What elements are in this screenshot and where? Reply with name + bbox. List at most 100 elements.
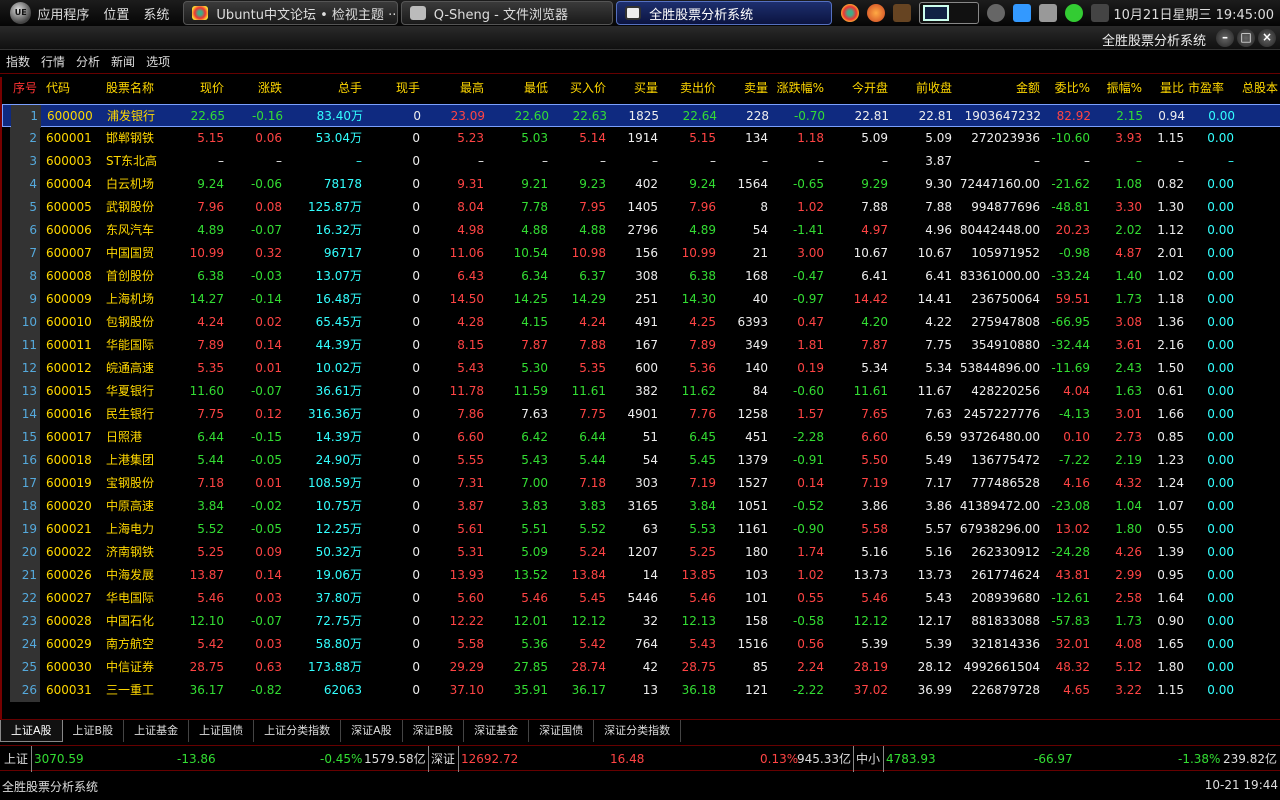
column-header[interactable]: 今开盘: [828, 77, 888, 100]
table-row[interactable]: 20 600022 济南钢铁 5.25 0.09 50.32万 0 5.31 5.09 5.24 1…: [2, 541, 1280, 564]
close-icon[interactable]: ×: [1258, 29, 1276, 47]
menu-index[interactable]: 指数: [6, 53, 30, 70]
table-row[interactable]: 22 600027 华电国际 5.46 0.03 37.80万 0 5.60 5.46 5.45 5…: [2, 587, 1280, 610]
table-cell: 600006: [46, 223, 92, 237]
column-header[interactable]: 卖量: [716, 77, 768, 100]
table-row[interactable]: 15 600017 日照港 6.44 -0.15 14.39万 0 6.60 6.42 6.44 5…: [2, 426, 1280, 449]
column-header[interactable]: 涨跌幅%: [770, 77, 824, 100]
column-header[interactable]: 总手: [286, 77, 362, 100]
mail-icon[interactable]: [1091, 4, 1110, 22]
menu-analysis[interactable]: 分析: [76, 53, 100, 70]
wifi-icon[interactable]: [1065, 4, 1084, 22]
column-header[interactable]: 代码: [46, 77, 98, 100]
column-header[interactable]: 现手: [366, 77, 420, 100]
tab-sh-fund[interactable]: 上证基金: [124, 720, 190, 742]
tab-sh-bond[interactable]: 上证国债: [189, 720, 255, 742]
column-header[interactable]: 涨跌: [228, 77, 282, 100]
tab-sz-fund[interactable]: 深证基金: [464, 720, 530, 742]
column-header[interactable]: 股票名称: [106, 77, 168, 100]
tab-sh-a[interactable]: 上证A股: [0, 720, 63, 742]
tab-sz-sector-index[interactable]: 深证分类指数: [594, 720, 682, 742]
table-row[interactable]: 6 600006 东风汽车 4.89 -0.07 16.32万 0 4.98 4.88 4.88 2…: [2, 219, 1280, 242]
table-cell: 0: [412, 177, 420, 191]
tab-sz-b[interactable]: 深证B股: [403, 720, 465, 742]
table-row[interactable]: 13 600015 华夏银行 11.60 -0.07 36.61万 0 11.78 11.59 1…: [2, 380, 1280, 403]
column-header[interactable]: 卖出价: [662, 77, 716, 100]
column-header[interactable]: 序号: [10, 77, 40, 100]
maximize-icon[interactable]: □: [1237, 29, 1255, 47]
tab-sz-bond[interactable]: 深证国债: [529, 720, 595, 742]
table-cell: -0.07: [250, 384, 282, 398]
table-row[interactable]: 21 600026 中海发展 13.87 0.14 19.06万 0 13.93 13.52 13…: [2, 564, 1280, 587]
table-row[interactable]: 19 600021 上海电力 5.52 -0.05 12.25万 0 5.61 5.51 5.52…: [2, 518, 1280, 541]
table-cell: 5.52: [197, 522, 224, 536]
column-header[interactable]: 买量: [608, 77, 658, 100]
table-row[interactable]: 9 600009 上海机场 14.27 -0.14 16.48万 0 14.50 14.25 14…: [2, 288, 1280, 311]
column-header[interactable]: 前收盘: [892, 77, 952, 100]
tab-sh-sector-index[interactable]: 上证分类指数: [254, 720, 342, 742]
table-row[interactable]: 24 600029 南方航空 5.42 0.03 58.80万 0 5.58 5.36 5.42 7…: [2, 633, 1280, 656]
minimize-icon[interactable]: –: [1216, 29, 1234, 47]
column-header[interactable]: 买入价: [552, 77, 606, 100]
table-cell: 51: [642, 430, 658, 444]
table-cell: 11.61: [853, 384, 888, 398]
table-row[interactable]: 16 600018 上港集团 5.44 -0.05 24.90万 0 5.55 5.43 5.44…: [2, 449, 1280, 472]
taskbar-item-forum[interactable]: Ubuntu中文论坛 • 检视主题 ···: [183, 1, 398, 25]
column-header[interactable]: 振幅%: [1094, 77, 1142, 100]
table-row[interactable]: 12 600012 皖通高速 5.35 0.01 10.02万 0 5.43 5.30 5.35 6…: [2, 357, 1280, 380]
table-cell: 0.00: [1207, 430, 1234, 444]
volume-icon[interactable]: [987, 4, 1006, 22]
table-row[interactable]: 4 600004 白云机场 9.24 -0.06 78178 0 9.31 9.21 9.23 40…: [2, 173, 1280, 196]
table-row[interactable]: 2 600001 邯郸钢铁 5.15 0.06 53.04万 0 5.23 5.03 5.14 19…: [2, 127, 1280, 150]
column-header[interactable]: 现价: [172, 77, 224, 100]
note-icon[interactable]: [1013, 4, 1032, 22]
app-launcher-icon[interactable]: [893, 4, 912, 22]
table-row[interactable]: 5 600005 武钢股份 7.96 0.08 125.87万 0 8.04 7.78 7.95 1…: [2, 196, 1280, 219]
menu-applications[interactable]: 应用程序: [37, 4, 89, 23]
ubuntu-logo-icon[interactable]: UE: [10, 2, 32, 24]
table-row[interactable]: 1 600000 浦发银行 22.65 -0.16 83.40万 0 23.09 22.60 22…: [2, 104, 1280, 128]
table-cell: 93726480.00: [959, 430, 1040, 444]
menu-quotes[interactable]: 行情: [41, 53, 65, 70]
table-row[interactable]: 14 600016 民生银行 7.75 0.12 316.36万 0 7.86 7.63 7.75…: [2, 403, 1280, 426]
table-row[interactable]: 25 600030 中信证券 28.75 0.63 173.88万 0 29.29 27.85 2…: [2, 656, 1280, 679]
menu-places[interactable]: 位置: [103, 4, 129, 23]
table-cell: 308: [635, 269, 658, 283]
network-icon[interactable]: [1039, 4, 1058, 22]
panel-clock[interactable]: 10月21日星期三 19:45:00: [1113, 4, 1274, 23]
firefox-launcher-icon[interactable]: [867, 4, 886, 22]
column-header[interactable]: 量比: [1146, 77, 1184, 100]
table-row[interactable]: 10 600010 包钢股份 4.24 0.02 65.45万 0 4.28 4.15 4.24 4…: [2, 311, 1280, 334]
chrome-launcher-icon[interactable]: [841, 4, 860, 22]
column-header[interactable]: 委比%: [1044, 77, 1090, 100]
column-header[interactable]: 总股本: [1242, 77, 1280, 100]
workspace-switcher[interactable]: [919, 2, 980, 24]
table-cell: 7.18: [197, 476, 224, 490]
table-cell: 262330912: [971, 545, 1040, 559]
column-header[interactable]: 最低: [488, 77, 548, 100]
table-row[interactable]: 11 600011 华能国际 7.89 0.14 44.39万 0 8.15 7.87 7.88 1…: [2, 334, 1280, 357]
table-row[interactable]: 23 600028 中国石化 12.10 -0.07 72.75万 0 12.22 12.01 1…: [2, 610, 1280, 633]
tab-sz-a[interactable]: 深证A股: [341, 720, 403, 742]
menu-options[interactable]: 选项: [146, 53, 170, 70]
column-header[interactable]: 市盈率: [1188, 77, 1234, 100]
taskbar-item-file-browser[interactable]: Q-Sheng - 文件浏览器: [400, 1, 614, 25]
table-row[interactable]: 8 600008 首创股份 6.38 -0.03 13.07万 0 6.43 6.34 6.37 3…: [2, 265, 1280, 288]
table-cell: 11.60: [189, 384, 224, 398]
table-row[interactable]: 26 600031 三一重工 36.17 -0.82 62063 0 37.10 35.91 36…: [2, 679, 1280, 702]
tab-sh-b[interactable]: 上证B股: [63, 720, 125, 742]
table-row[interactable]: 17 600019 宝钢股份 7.18 0.01 108.59万 0 7.31 7.00 7.18…: [2, 472, 1280, 495]
table-row[interactable]: 18 600020 中原高速 3.84 -0.02 10.75万 0 3.87 3.83 3.83…: [2, 495, 1280, 518]
menu-news[interactable]: 新闻: [111, 53, 135, 70]
menu-system[interactable]: 系统: [143, 4, 169, 23]
table-row[interactable]: 3 600003 ST东北高 – – – 0 – – – – – – – – 3.87 – – – – –: [2, 150, 1280, 173]
zx-index-pct: -1.38%: [1178, 752, 1221, 766]
column-header[interactable]: 最高: [426, 77, 484, 100]
quote-table[interactable]: 序号 代码 股票名称 现价 涨跌 总手 现手 最高 最低 买入价 买量 卖出价 卖量 涨跌幅% 今开盘 前收盘…: [0, 77, 1280, 719]
column-header[interactable]: 金额: [956, 77, 1040, 100]
taskbar-item-stock-app[interactable]: 全胜股票分析系统: [616, 1, 833, 25]
table-cell: 0.00: [1207, 315, 1234, 329]
table-row[interactable]: 7 600007 中国国贸 10.99 0.32 96717 0 11.06 10.54 10.9…: [2, 242, 1280, 265]
window-titlebar[interactable]: 全胜股票分析系统 – □ ×: [0, 26, 1280, 50]
table-cell: 1: [11, 105, 41, 128]
